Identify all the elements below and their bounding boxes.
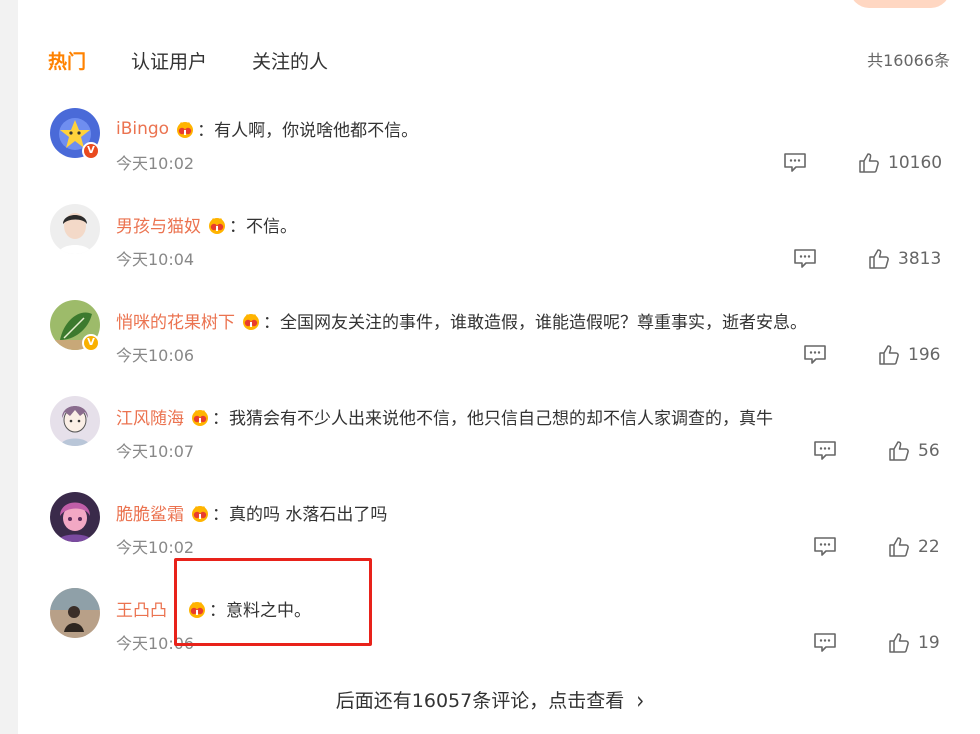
comment-total-count: 共16066条 bbox=[867, 51, 950, 70]
comment-text: ：不信。 bbox=[229, 217, 297, 237]
comment-author[interactable]: 脆脆鲨霜 bbox=[116, 500, 184, 525]
avatar[interactable] bbox=[50, 396, 100, 446]
comment-time: 今天10:06 bbox=[116, 346, 195, 365]
like-button[interactable]: 19 bbox=[888, 632, 940, 654]
comment-item: V 悄咪的花果树下 ：全国网友关注的事件，谁敢造假，谁能造假呢？尊重事实，逝者安… bbox=[0, 300, 980, 396]
comment-item: 江风随海 ：我猜会有不少人出来说他不信，他只信自己想的却不信人家调查的，真牛 今… bbox=[0, 396, 980, 492]
like-count: 56 bbox=[918, 441, 940, 461]
crown-badge-icon bbox=[192, 409, 208, 426]
comment-time: 今天10:02 bbox=[116, 538, 195, 557]
like-button[interactable]: 22 bbox=[888, 536, 940, 558]
like-count: 3813 bbox=[898, 249, 942, 269]
tab-hot[interactable]: 热门 bbox=[48, 47, 86, 74]
comment-item: 男孩与猫奴 ：不信。 今天10:04 3813 bbox=[0, 204, 980, 300]
comment-time: 今天10:07 bbox=[116, 442, 195, 461]
comment-author[interactable]: 王凸凸 bbox=[116, 596, 167, 621]
like-button[interactable]: 56 bbox=[888, 440, 940, 462]
reply-icon[interactable] bbox=[813, 632, 837, 654]
comment-text: ：全国网友关注的事件，谁敢造假，谁能造假呢？尊重事实，逝者安息。 bbox=[263, 313, 807, 333]
comment-text: ：有人啊，你说啥他都不信。 bbox=[197, 121, 419, 141]
chevron-right-icon: › bbox=[636, 685, 645, 715]
comment-author[interactable]: 男孩与猫奴 bbox=[116, 212, 201, 237]
tab-verified-users[interactable]: 认证用户 bbox=[131, 47, 207, 74]
crown-badge-icon bbox=[243, 313, 259, 330]
reply-icon[interactable] bbox=[813, 440, 837, 462]
verified-badge-icon: V bbox=[82, 142, 100, 160]
avatar[interactable] bbox=[50, 588, 100, 638]
like-count: 22 bbox=[918, 537, 940, 557]
view-more-comments-link[interactable]: 后面还有16057条评论，点击查看 › bbox=[0, 685, 980, 715]
crown-badge-icon bbox=[192, 505, 208, 522]
thumbs-up-icon bbox=[889, 441, 909, 461]
reply-icon[interactable] bbox=[793, 248, 817, 270]
comment-author[interactable]: 江风随海 bbox=[116, 404, 184, 429]
thumbs-up-icon bbox=[859, 153, 879, 173]
reply-icon[interactable] bbox=[813, 536, 837, 558]
tab-following[interactable]: 关注的人 bbox=[252, 47, 328, 74]
like-count: 10160 bbox=[888, 153, 943, 173]
comment-author[interactable]: iBingo bbox=[116, 119, 169, 139]
thumbs-up-icon bbox=[869, 249, 889, 269]
comment-item: 脆脆鲨霜 ：真的吗 水落石出了吗 今天10:02 22 bbox=[0, 492, 980, 588]
comment-item: 王凸凸 ：意料之中。 今天10:06 19 bbox=[0, 588, 980, 684]
crown-badge-icon bbox=[177, 121, 194, 138]
like-button[interactable]: 196 bbox=[878, 344, 940, 366]
comment-item: V iBingo ：有人啊，你说啥他都不信。 今天10:02 10160 bbox=[0, 108, 980, 204]
avatar[interactable] bbox=[50, 492, 100, 542]
like-count: 196 bbox=[908, 345, 941, 365]
highlight-annotation-box bbox=[174, 558, 372, 646]
crown-badge-icon bbox=[209, 217, 225, 234]
comment-tabs: 热门 认证用户 关注的人 bbox=[48, 44, 373, 76]
view-more-label: 后面还有16057条评论，点击查看 bbox=[335, 690, 625, 712]
verified-badge-icon: V bbox=[82, 334, 100, 352]
top-action-button[interactable] bbox=[850, 0, 950, 8]
comment-time: 今天10:02 bbox=[116, 154, 195, 173]
reply-icon[interactable] bbox=[803, 344, 827, 366]
like-button[interactable]: 3813 bbox=[868, 248, 941, 270]
like-count: 19 bbox=[918, 633, 940, 653]
avatar[interactable] bbox=[50, 204, 100, 254]
thumbs-up-icon bbox=[889, 537, 909, 557]
thumbs-up-icon bbox=[889, 633, 909, 653]
comment-text: ：我猜会有不少人出来说他不信，他只信自己想的却不信人家调查的，真牛 bbox=[212, 409, 773, 429]
reply-icon[interactable] bbox=[783, 152, 807, 174]
comment-text: ：真的吗 水落石出了吗 bbox=[212, 505, 388, 525]
comment-time: 今天10:04 bbox=[116, 250, 195, 269]
thumbs-up-icon bbox=[879, 345, 899, 365]
like-button[interactable]: 10160 bbox=[858, 152, 942, 174]
comment-author[interactable]: 悄咪的花果树下 bbox=[116, 308, 235, 333]
